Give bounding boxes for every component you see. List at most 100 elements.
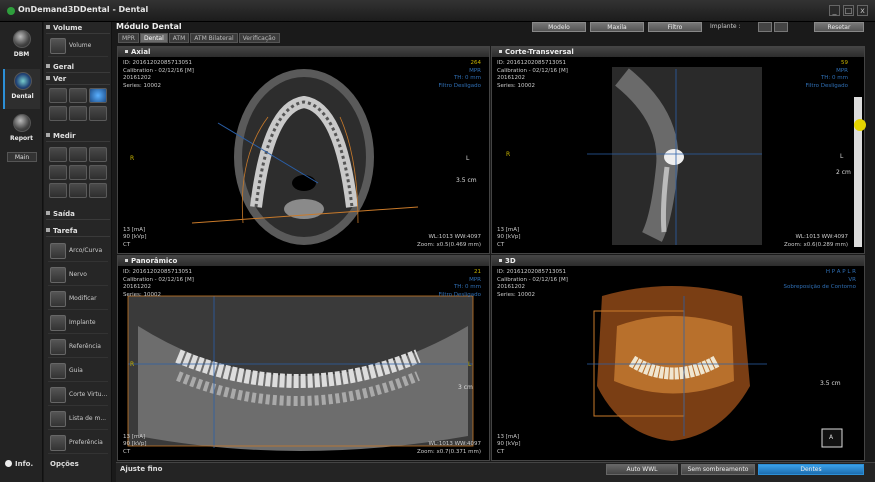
nav-dental[interactable]: Dental [3, 69, 40, 109]
minimize-button[interactable]: _ [829, 5, 840, 16]
angle-icon[interactable] [69, 147, 87, 162]
zoom-icon[interactable] [69, 88, 87, 103]
ruler-icon[interactable] [49, 147, 67, 162]
move-icon[interactable] [49, 106, 67, 121]
virtual-cut-icon [50, 387, 66, 403]
dentes-button[interactable]: Dentes [758, 464, 864, 475]
window-title: OnDemand3DDental - Dental [18, 5, 149, 14]
maximize-button[interactable]: □ [843, 5, 854, 16]
axial-scale: 3.5 cm [456, 177, 477, 184]
info-line: MPR [469, 67, 481, 74]
tooth-icon [13, 72, 32, 90]
gear-icon[interactable] [89, 88, 107, 103]
info-line: 13 [mA] [497, 433, 520, 440]
tab-verificacao[interactable]: Verificação [238, 33, 280, 43]
section-medir[interactable]: Medir [46, 132, 110, 142]
contrast-icon[interactable] [89, 106, 107, 121]
window-level-icon[interactable] [69, 106, 87, 121]
task-guia[interactable]: Guia [48, 360, 108, 382]
info-line: Series: 10002 [123, 82, 162, 89]
panoramico-marker-r: R [130, 361, 135, 368]
tooth-crown [664, 149, 684, 165]
3d-info: ID: 20161202085713051 Calibration - 02/12… [497, 269, 568, 299]
delete-icon[interactable] [89, 183, 107, 198]
info-line: ID: 20161202085713051 [123, 269, 192, 275]
tab-dental[interactable]: Dental [139, 33, 168, 43]
info-line: CT [123, 241, 131, 248]
task-lista[interactable]: Lista de m... [48, 408, 108, 430]
info-line: MPR [469, 276, 481, 283]
corte-title: Corte-Transversal [505, 48, 574, 56]
task-label: Implante [69, 319, 96, 326]
implant-prev-icon[interactable] [758, 22, 772, 32]
sem-sombreamento-button[interactable]: Sem sombreamento [681, 464, 755, 475]
arrow-icon[interactable] [49, 183, 67, 198]
panoramico-marker-l: L [468, 361, 472, 368]
arch-icon [50, 243, 66, 259]
nav-dbm[interactable]: DBM [3, 27, 40, 67]
tab-mpr[interactable]: MPR [118, 33, 139, 43]
info-line: TH: 0 mm [453, 75, 481, 81]
tab-atm[interactable]: ATM [168, 33, 190, 43]
reset-button[interactable]: Resetar [814, 22, 864, 32]
info-line: Calibration - 02/12/16 [M] [123, 276, 194, 283]
corte-right-info: 59 MPR TH: 0 mm Filtro Desligado [806, 60, 849, 90]
database-icon [12, 30, 31, 48]
section-tarefa[interactable]: Tarefa [46, 227, 110, 237]
tab-atm-bilateral[interactable]: ATM Bilateral [190, 33, 238, 43]
options-section[interactable]: Opções [50, 460, 79, 468]
profile-icon[interactable] [69, 165, 87, 180]
corte-marker-r: R [506, 151, 511, 158]
axial-panel[interactable]: Axial ID: 20161202085713051 Calibration -… [117, 46, 490, 254]
curve-measure-icon[interactable] [89, 147, 107, 162]
nerve-icon [50, 267, 66, 283]
info-button[interactable]: Info. [5, 460, 33, 468]
info-line: ID: 20161202085713051 [497, 60, 566, 66]
3d-right-info: H P A P L R VR Sobreposição de Contorno [784, 269, 856, 292]
task-nervo[interactable]: Nervo [48, 264, 108, 286]
ajuste-fino-label[interactable]: Ajuste fino [120, 465, 162, 473]
eraser-icon[interactable] [69, 183, 87, 198]
task-implante[interactable]: Implante [48, 312, 108, 334]
auto-wwl-button[interactable]: Auto WWL [606, 464, 678, 475]
panoramico-panel[interactable]: Panorâmico ID: 20161202085713051 Calibrat… [117, 255, 490, 461]
volume-button-label: Volume [69, 42, 92, 49]
filtro-button[interactable]: Filtro [648, 22, 702, 32]
section-saida[interactable]: Saída [46, 210, 110, 220]
corte-transversal-panel[interactable]: Corte-Transversal ID: 20161202085713051 C… [491, 46, 866, 254]
info-line: 90 [kVp] [497, 441, 521, 447]
section-volume[interactable]: Volume [46, 24, 110, 34]
modelo-button[interactable]: Modelo [532, 22, 586, 32]
info-line: 20161202 [497, 284, 525, 290]
info-line: CT [497, 448, 505, 455]
nav-report-label: Report [10, 135, 33, 142]
modify-icon [50, 291, 66, 307]
main-button[interactable]: Main [7, 152, 37, 162]
info-line: WL:1013 WW:4097 [795, 234, 848, 240]
axial-title: Axial [131, 48, 151, 56]
task-preferencia[interactable]: Preferência [48, 432, 108, 454]
volume-icon [50, 38, 66, 54]
maxila-button[interactable]: Maxila [590, 22, 644, 32]
axial-info: ID: 20161202085713051 Calibration - 02/12… [123, 60, 194, 90]
task-corte-virtual[interactable]: Corte Virtu... [48, 384, 108, 406]
section-ver[interactable]: Ver [46, 75, 110, 85]
implant-next-icon[interactable] [774, 22, 788, 32]
text-icon[interactable] [89, 165, 107, 180]
section-geral[interactable]: Geral [46, 63, 110, 73]
bottom-bar: Ajuste fino Auto WWL Sem sombreamento De… [116, 462, 875, 482]
task-referencia[interactable]: Referência [48, 336, 108, 358]
task-arco-curva[interactable]: Arco/Curva [48, 240, 108, 262]
corte-info: ID: 20161202085713051 Calibration - 02/12… [497, 60, 568, 90]
slice-number: 21 [474, 269, 481, 275]
close-button[interactable]: x [857, 5, 868, 16]
task-modificar[interactable]: Modificar [48, 288, 108, 310]
pan-icon[interactable] [49, 88, 67, 103]
nav-report[interactable]: Report [3, 111, 40, 151]
panoramico-info: ID: 20161202085713051 Calibration - 02/12… [123, 269, 194, 299]
info-line: TH: 0 mm [453, 284, 481, 290]
nav-dbm-label: DBM [13, 51, 30, 58]
3d-panel[interactable]: 3D ID: 20161202085713051 Calibration - 02… [491, 255, 865, 461]
area-icon[interactable] [49, 165, 67, 180]
volume-button[interactable]: Volume [48, 35, 108, 57]
